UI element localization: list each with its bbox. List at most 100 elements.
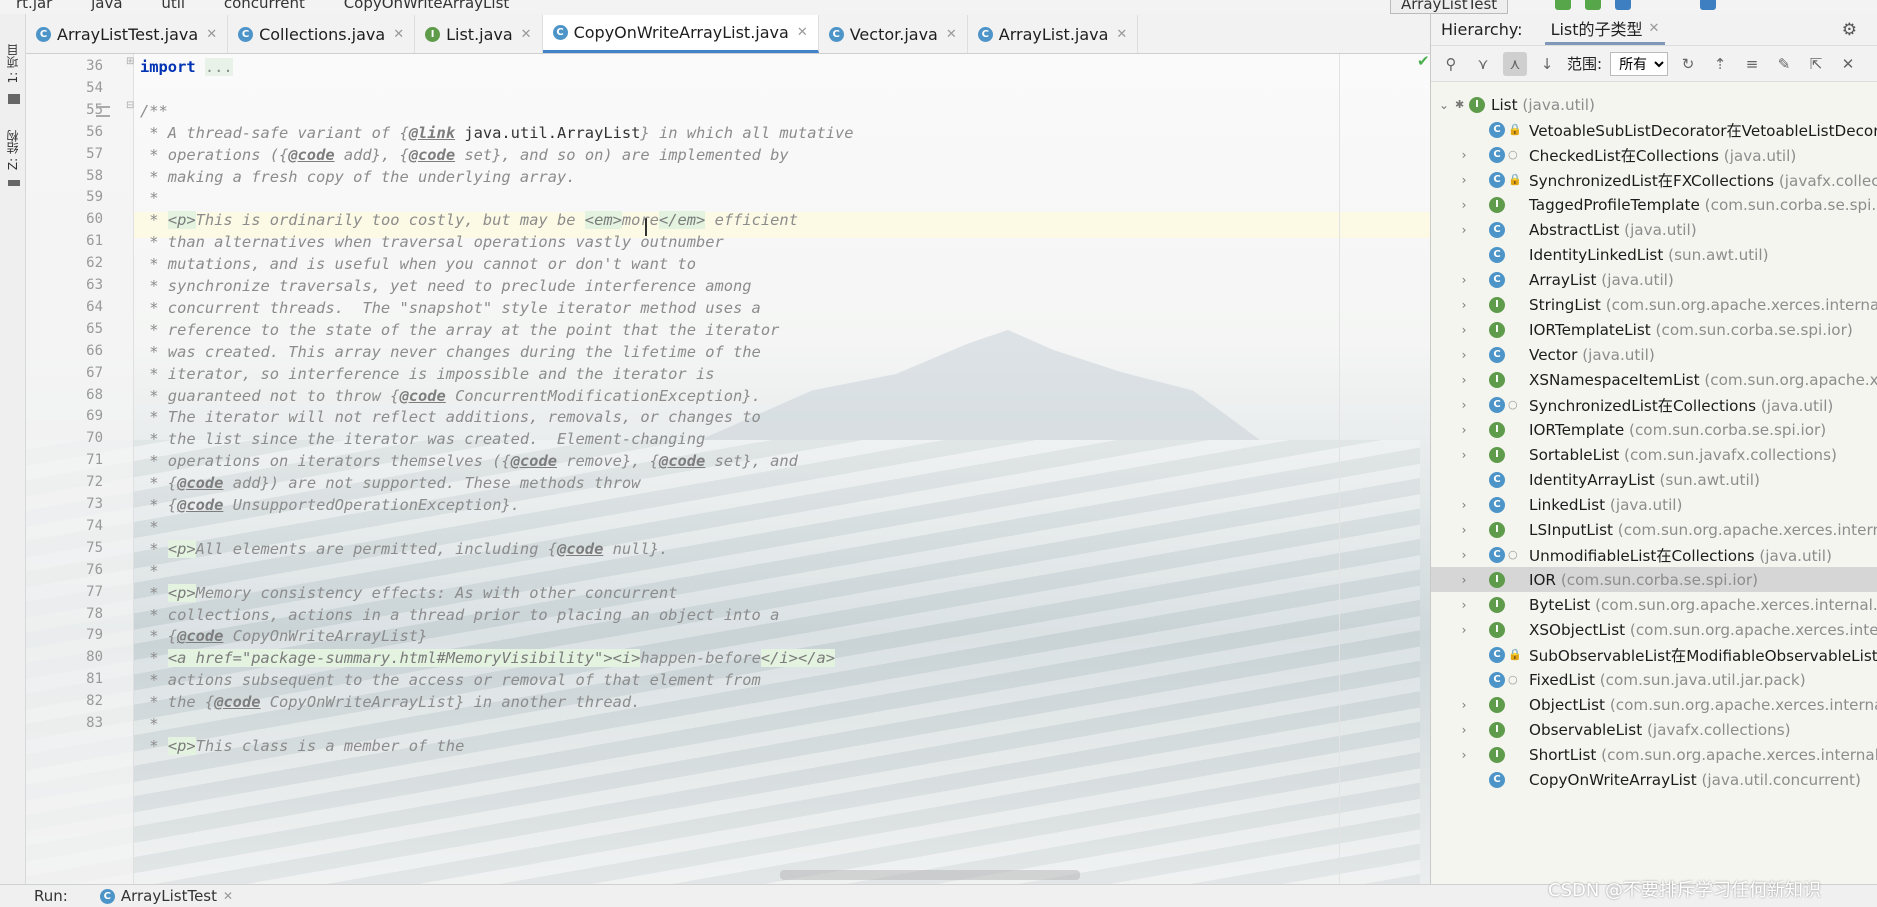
- fold-icon[interactable]: ⊞: [126, 56, 134, 67]
- tree-item[interactable]: › I XSObjectList (com.sun.org.apache.xerce…: [1431, 617, 1877, 642]
- tree-item[interactable]: C 🔒 VetoableSubListDecorator在VetoableListD…: [1431, 117, 1877, 142]
- expand-arrow-icon[interactable]: ›: [1457, 373, 1471, 387]
- tree-item[interactable]: › C ArrayList (java.util): [1431, 267, 1877, 292]
- close-icon[interactable]: ✕: [946, 27, 957, 42]
- expand-arrow-icon[interactable]: ›: [1457, 448, 1471, 462]
- expand-arrow-icon[interactable]: ›: [1457, 198, 1471, 212]
- tree-item[interactable]: › I LSInputList (com.sun.org.apache.xerces…: [1431, 517, 1877, 542]
- tree-item[interactable]: › I StringList (com.sun.org.apache.xerces.…: [1431, 292, 1877, 317]
- run-icon[interactable]: [1555, 0, 1571, 10]
- scope-select[interactable]: 所有: [1610, 51, 1669, 76]
- expand-arrow-icon[interactable]: ›: [1457, 223, 1471, 237]
- breadcrumb-item[interactable]: CopyOnWriteArrayList: [344, 0, 510, 12]
- refresh-icon[interactable]: ↻: [1676, 52, 1700, 76]
- code-line[interactable]: * <p>All elements are permitted, includi…: [140, 536, 668, 562]
- horizontal-scrollbar[interactable]: [780, 870, 1080, 880]
- close-icon[interactable]: ✕: [1649, 21, 1660, 36]
- close-icon[interactable]: ✕: [1116, 27, 1127, 42]
- run-config-select[interactable]: ArrayListTest: [1390, 0, 1509, 14]
- close-icon[interactable]: ✕: [206, 27, 217, 42]
- tree-item[interactable]: › C 🔒 SynchronizedList在FXCollections (javaf…: [1431, 167, 1877, 192]
- tree-item[interactable]: C ○ FixedList (com.sun.java.util.jar.pack): [1431, 667, 1877, 692]
- tree-item[interactable]: › C LinkedList (java.util): [1431, 492, 1877, 517]
- tab-copyonwritearraylist[interactable]: C CopyOnWriteArrayList.java ✕: [542, 15, 819, 53]
- tree-item[interactable]: C IdentityArrayList (sun.awt.util): [1431, 467, 1877, 492]
- collapse-arrow-icon[interactable]: ⌄: [1437, 98, 1451, 112]
- expand-arrow-icon[interactable]: ›: [1457, 298, 1471, 312]
- expand-arrow-icon[interactable]: ›: [1457, 273, 1471, 287]
- tab-vector[interactable]: C Vector.java ✕: [819, 15, 968, 53]
- expand-arrow-icon[interactable]: ›: [1457, 423, 1471, 437]
- code-line[interactable]: * the {@code CopyOnWriteArrayList} in an…: [140, 689, 640, 715]
- tree-item[interactable]: › C ○ SynchronizedList在Collections (java.ut…: [1431, 392, 1877, 417]
- tree-item[interactable]: C CopyOnWriteArrayList (java.util.concurr…: [1431, 767, 1877, 792]
- expand-arrow-icon[interactable]: ›: [1457, 723, 1471, 737]
- supertypes-icon[interactable]: ⋎: [1471, 52, 1495, 76]
- close-icon[interactable]: ✕: [797, 25, 808, 40]
- tree-item[interactable]: C 🔒 SubObservableList在ModifiableObservable…: [1431, 642, 1877, 667]
- debug-icon[interactable]: [1585, 0, 1601, 10]
- tab-list[interactable]: I List.java ✕: [415, 15, 543, 53]
- hierarchy-tab[interactable]: List的子类型 ✕: [1544, 15, 1666, 45]
- close-icon[interactable]: ✕: [223, 889, 233, 903]
- code-line[interactable]: import ...: [140, 54, 233, 80]
- tree-item[interactable]: C IdentityLinkedList (sun.awt.util): [1431, 242, 1877, 267]
- expand-arrow-icon[interactable]: ›: [1457, 348, 1471, 362]
- open-external-icon[interactable]: ⇱: [1804, 52, 1828, 76]
- code-line[interactable]: * <p>This class is a member of the: [140, 733, 464, 759]
- tree-item[interactable]: › I IORTemplate (com.sun.corba.se.spi.ior): [1431, 417, 1877, 442]
- gear-icon[interactable]: ⚙: [1842, 20, 1857, 40]
- tree-item[interactable]: › C Vector (java.util): [1431, 342, 1877, 367]
- tree-item[interactable]: › C ○ UnmodifiableList在Collections (java.ut…: [1431, 542, 1877, 567]
- coverage-icon[interactable]: [1615, 0, 1631, 10]
- structure-tool-button[interactable]: Z: 结构: [4, 130, 21, 170]
- tree-item[interactable]: › I ShortList (com.sun.org.apache.xerces.i…: [1431, 742, 1877, 767]
- project-tool-button[interactable]: 1: 项目: [4, 44, 21, 84]
- breadcrumb-item[interactable]: concurrent: [224, 0, 305, 12]
- expand-arrow-icon[interactable]: ›: [1457, 748, 1471, 762]
- close-icon[interactable]: ✕: [393, 27, 404, 42]
- tree-item[interactable]: › I XSNamespaceItemList (com.sun.org.apach…: [1431, 367, 1877, 392]
- tree-item[interactable]: › I SortableList (com.sun.javafx.collectio…: [1431, 442, 1877, 467]
- tree-item[interactable]: › C AbstractList (java.util): [1431, 217, 1877, 242]
- export-icon[interactable]: ⇡: [1708, 52, 1732, 76]
- expand-arrow-icon[interactable]: ›: [1457, 598, 1471, 612]
- sort-alpha-icon[interactable]: ↓: [1535, 52, 1559, 76]
- breadcrumb-item[interactable]: util: [161, 0, 185, 12]
- tab-arraylist[interactable]: C ArrayList.java ✕: [968, 15, 1139, 53]
- expand-arrow-icon[interactable]: ›: [1457, 523, 1471, 537]
- tab-arraylisttest[interactable]: C ArrayListTest.java ✕: [26, 15, 229, 53]
- expand-arrow-icon[interactable]: ›: [1457, 548, 1471, 562]
- run-tab[interactable]: C ArrayListTest ✕: [99, 887, 233, 905]
- tree-item[interactable]: › I TaggedProfileTemplate (com.sun.corba.s…: [1431, 192, 1877, 217]
- help-icon[interactable]: [1700, 0, 1716, 10]
- expand-arrow-icon[interactable]: ›: [1457, 148, 1471, 162]
- pin-icon[interactable]: ✎: [1772, 52, 1796, 76]
- tree-item[interactable]: › I IOR (com.sun.corba.se.spi.ior): [1431, 567, 1877, 592]
- breadcrumb-item[interactable]: java: [91, 0, 122, 12]
- doc-render-icon[interactable]: [96, 105, 110, 117]
- expand-arrow-icon[interactable]: ›: [1457, 573, 1471, 587]
- tree-item[interactable]: › I ObjectList (com.sun.org.apache.xerces.…: [1431, 692, 1877, 717]
- code-line[interactable]: * making a fresh copy of the underlying …: [140, 164, 575, 190]
- tree-item[interactable]: ⌄ ✱ I List (java.util): [1431, 92, 1877, 117]
- expand-arrow-icon[interactable]: ›: [1457, 173, 1471, 187]
- type-hierarchy-icon[interactable]: ⚲: [1439, 52, 1463, 76]
- expand-arrow-icon[interactable]: ›: [1457, 623, 1471, 637]
- breadcrumb-item[interactable]: rt.jar: [16, 0, 52, 12]
- tree-item[interactable]: › I ObservableList (javafx.collections): [1431, 717, 1877, 742]
- fold-icon[interactable]: ⊟: [126, 100, 134, 111]
- close-icon[interactable]: ✕: [1836, 52, 1860, 76]
- expand-arrow-icon[interactable]: ›: [1457, 323, 1471, 337]
- tree-item[interactable]: › C ○ CheckedList在Collections (java.util): [1431, 142, 1877, 167]
- expand-arrow-icon[interactable]: ›: [1457, 498, 1471, 512]
- expand-arrow-icon[interactable]: ›: [1457, 398, 1471, 412]
- subtypes-icon[interactable]: ⋏: [1503, 51, 1527, 76]
- close-icon[interactable]: ✕: [521, 27, 532, 42]
- code-line[interactable]: * {@code UnsupportedOperationException}.: [140, 492, 520, 518]
- tab-collections[interactable]: C Collections.java ✕: [228, 15, 416, 53]
- expand-arrow-icon[interactable]: ›: [1457, 698, 1471, 712]
- collapse-all-icon[interactable]: ≡: [1740, 52, 1764, 76]
- tree-item[interactable]: › I IORTemplateList (com.sun.corba.se.spi.…: [1431, 317, 1877, 342]
- tree-item[interactable]: › I ByteList (com.sun.org.apache.xerces.in…: [1431, 592, 1877, 617]
